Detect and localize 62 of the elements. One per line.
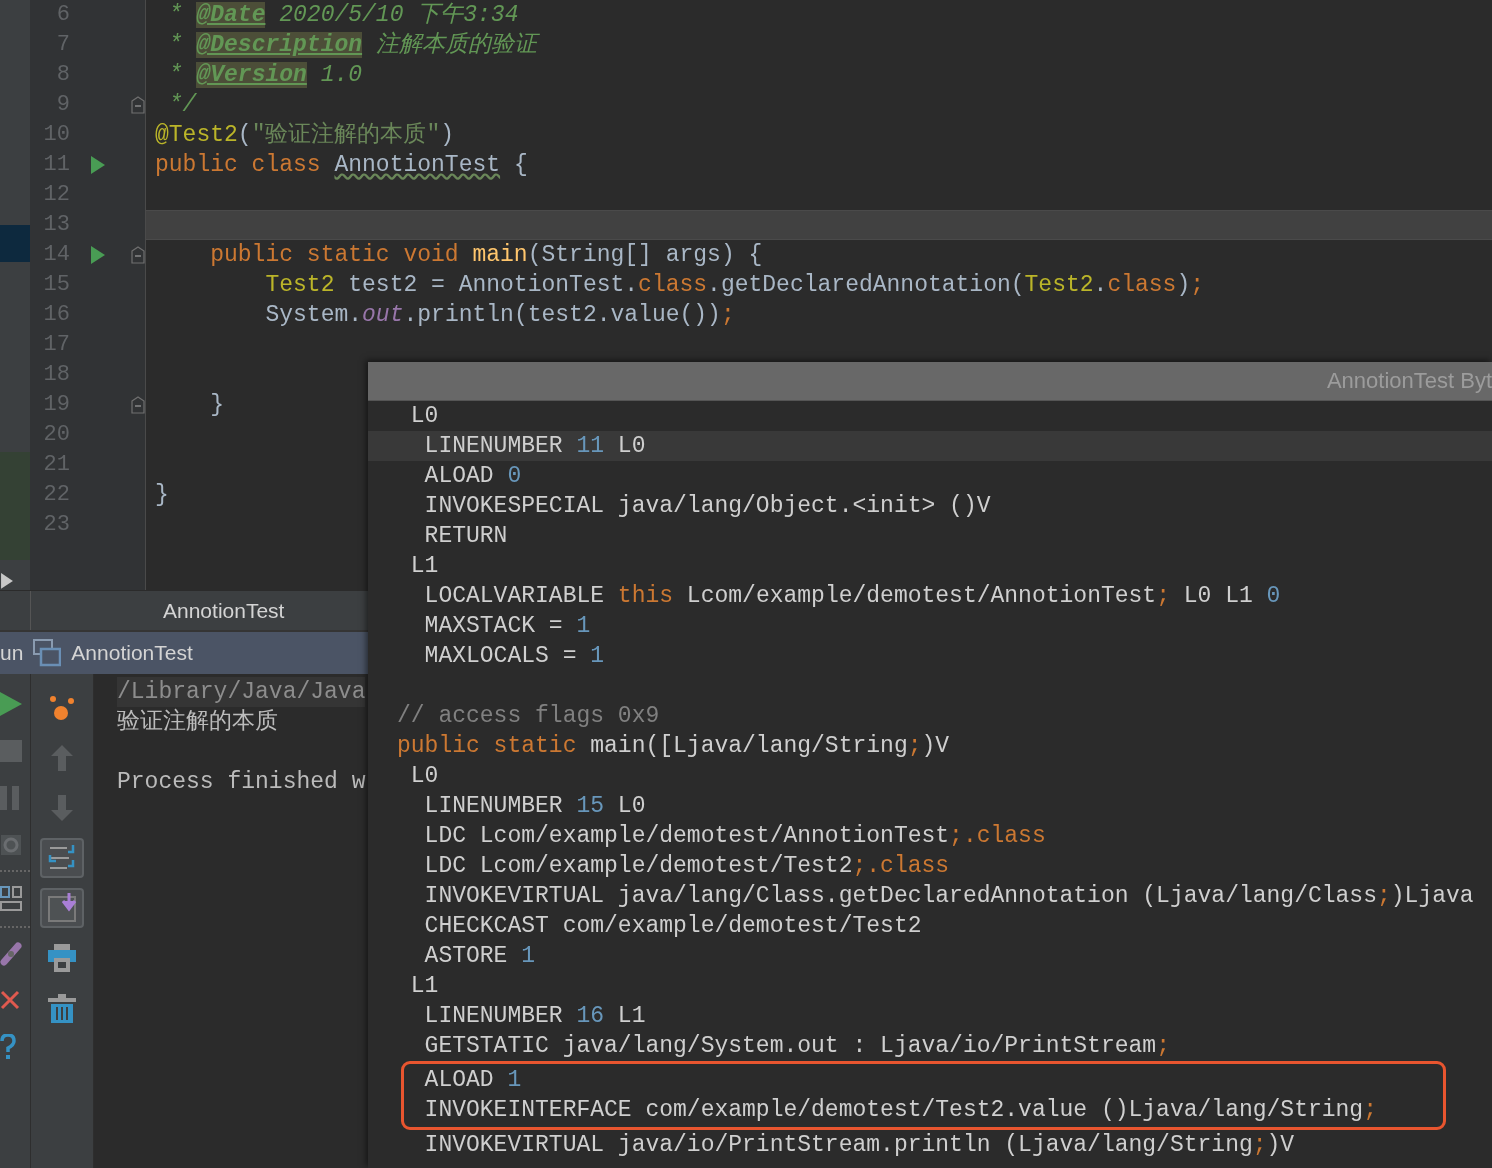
bytecode-line: // access flags 0x9 [397, 703, 660, 729]
console-output: 验证注解的本质 [117, 709, 278, 735]
console-command: /Library/Java/Java [117, 677, 366, 707]
bytecode-line: LOCALVARIABLE this Lcom/example/demotest/AnnotionTest; L0 L1 0 [423, 583, 1281, 609]
fold-marker-icon[interactable] [130, 96, 145, 114]
bytecode-line: GETSTATIC java/lang/System.out : Ljava/io/PrintStream; [423, 1033, 1170, 1059]
scroll-to-end-icon [47, 893, 77, 923]
selected-row-highlight [0, 225, 30, 262]
bytecode-line: L1 [409, 973, 439, 999]
bytecode-line: RETURN [423, 523, 508, 549]
layout-icon[interactable] [0, 886, 22, 912]
bytecode-line: LDC Lcom/example/demotest/AnnotionTest;.class [423, 823, 1046, 849]
fold-marker-icon[interactable] [130, 396, 145, 414]
code-line: System.out.println(test2.value()); [264, 302, 735, 328]
bytecode-line: LINENUMBER 16 L1 [423, 1003, 646, 1029]
fold-marker-icon[interactable] [130, 246, 145, 264]
bytecode-line: ALOAD 1 [423, 1067, 522, 1093]
code-line: public static void main(String[] args) { [209, 242, 763, 268]
code-line: */ [167, 92, 197, 118]
tool-window-label[interactable]: un [0, 641, 24, 665]
code-line: @Test2("验证注解的本质") [155, 122, 455, 148]
code-line: * @Date 2020/5/10 下午3:34 [167, 2, 519, 28]
help-icon[interactable] [0, 1034, 16, 1060]
console-output: Process finished w [117, 769, 366, 795]
bytecode-line: ALOAD 0 [423, 463, 522, 489]
bytecode-line: L0 [409, 763, 439, 789]
camera-icon[interactable] [0, 834, 22, 856]
code-line: public class AnnotionTest { [155, 152, 528, 178]
run-triangle-icon[interactable] [90, 156, 105, 174]
bytecode-line: MAXSTACK = 1 [423, 613, 591, 639]
bytecode-line: ASTORE 1 [423, 943, 536, 969]
bytecode-line: L0 [409, 403, 439, 429]
run-tab-title[interactable]: AnnotionTest [71, 641, 193, 665]
run-triangle-icon[interactable] [90, 246, 105, 264]
down-arrow-icon [51, 795, 73, 821]
bytecode-line: MAXLOCALS = 1 [423, 643, 605, 669]
bytecode-line: INVOKEINTERFACE com/example/demotest/Test2.value ()Ljava/lang/String; [423, 1097, 1377, 1123]
bytecode-line: LDC Lcom/example/demotest/Test2;.class [423, 853, 950, 879]
bytecode-line: CHECKCAST com/example/demotest/Test2 [423, 913, 922, 939]
bytecode-line: LINENUMBER 11 L0 [423, 433, 646, 459]
run-icon[interactable] [0, 692, 22, 716]
dots-icon [47, 693, 77, 723]
trash-icon [48, 993, 76, 1023]
up-arrow-icon [51, 745, 73, 771]
scroll-to-end-button[interactable] [40, 888, 84, 928]
bytecode-line: INVOKEVIRTUAL java/lang/Class.getDeclaredAnnotation (Ljava/lang/Class;)Ljava [423, 883, 1474, 909]
bytecode-line: LINENUMBER 15 L0 [423, 793, 646, 819]
code-line: } [209, 392, 224, 418]
triangle-icon[interactable] [0, 572, 14, 590]
close-icon[interactable] [0, 990, 20, 1010]
soft-wrap-button[interactable] [40, 838, 84, 878]
bytecode-line: INVOKEVIRTUAL java/io/PrintStream.println (Ljava/lang/String;)V [423, 1132, 1295, 1158]
pause-icon[interactable] [0, 786, 20, 810]
code-line: } [155, 482, 169, 508]
window-icon [33, 639, 62, 667]
editor-tab[interactable]: AnnotionTest [163, 591, 285, 630]
bytecode-line: L1 [409, 553, 439, 579]
printer-icon [48, 944, 76, 972]
code-line: Test2 test2 = AnnotionTest.class.getDeclaredAnnotation(Test2.class); [264, 272, 1205, 298]
bytecode-line: public static main([Ljava/lang/String;)V [397, 733, 950, 759]
bytecode-line: INVOKESPECIAL java/lang/Object.<init> ()V [423, 493, 991, 519]
plug-icon[interactable] [0, 942, 22, 966]
